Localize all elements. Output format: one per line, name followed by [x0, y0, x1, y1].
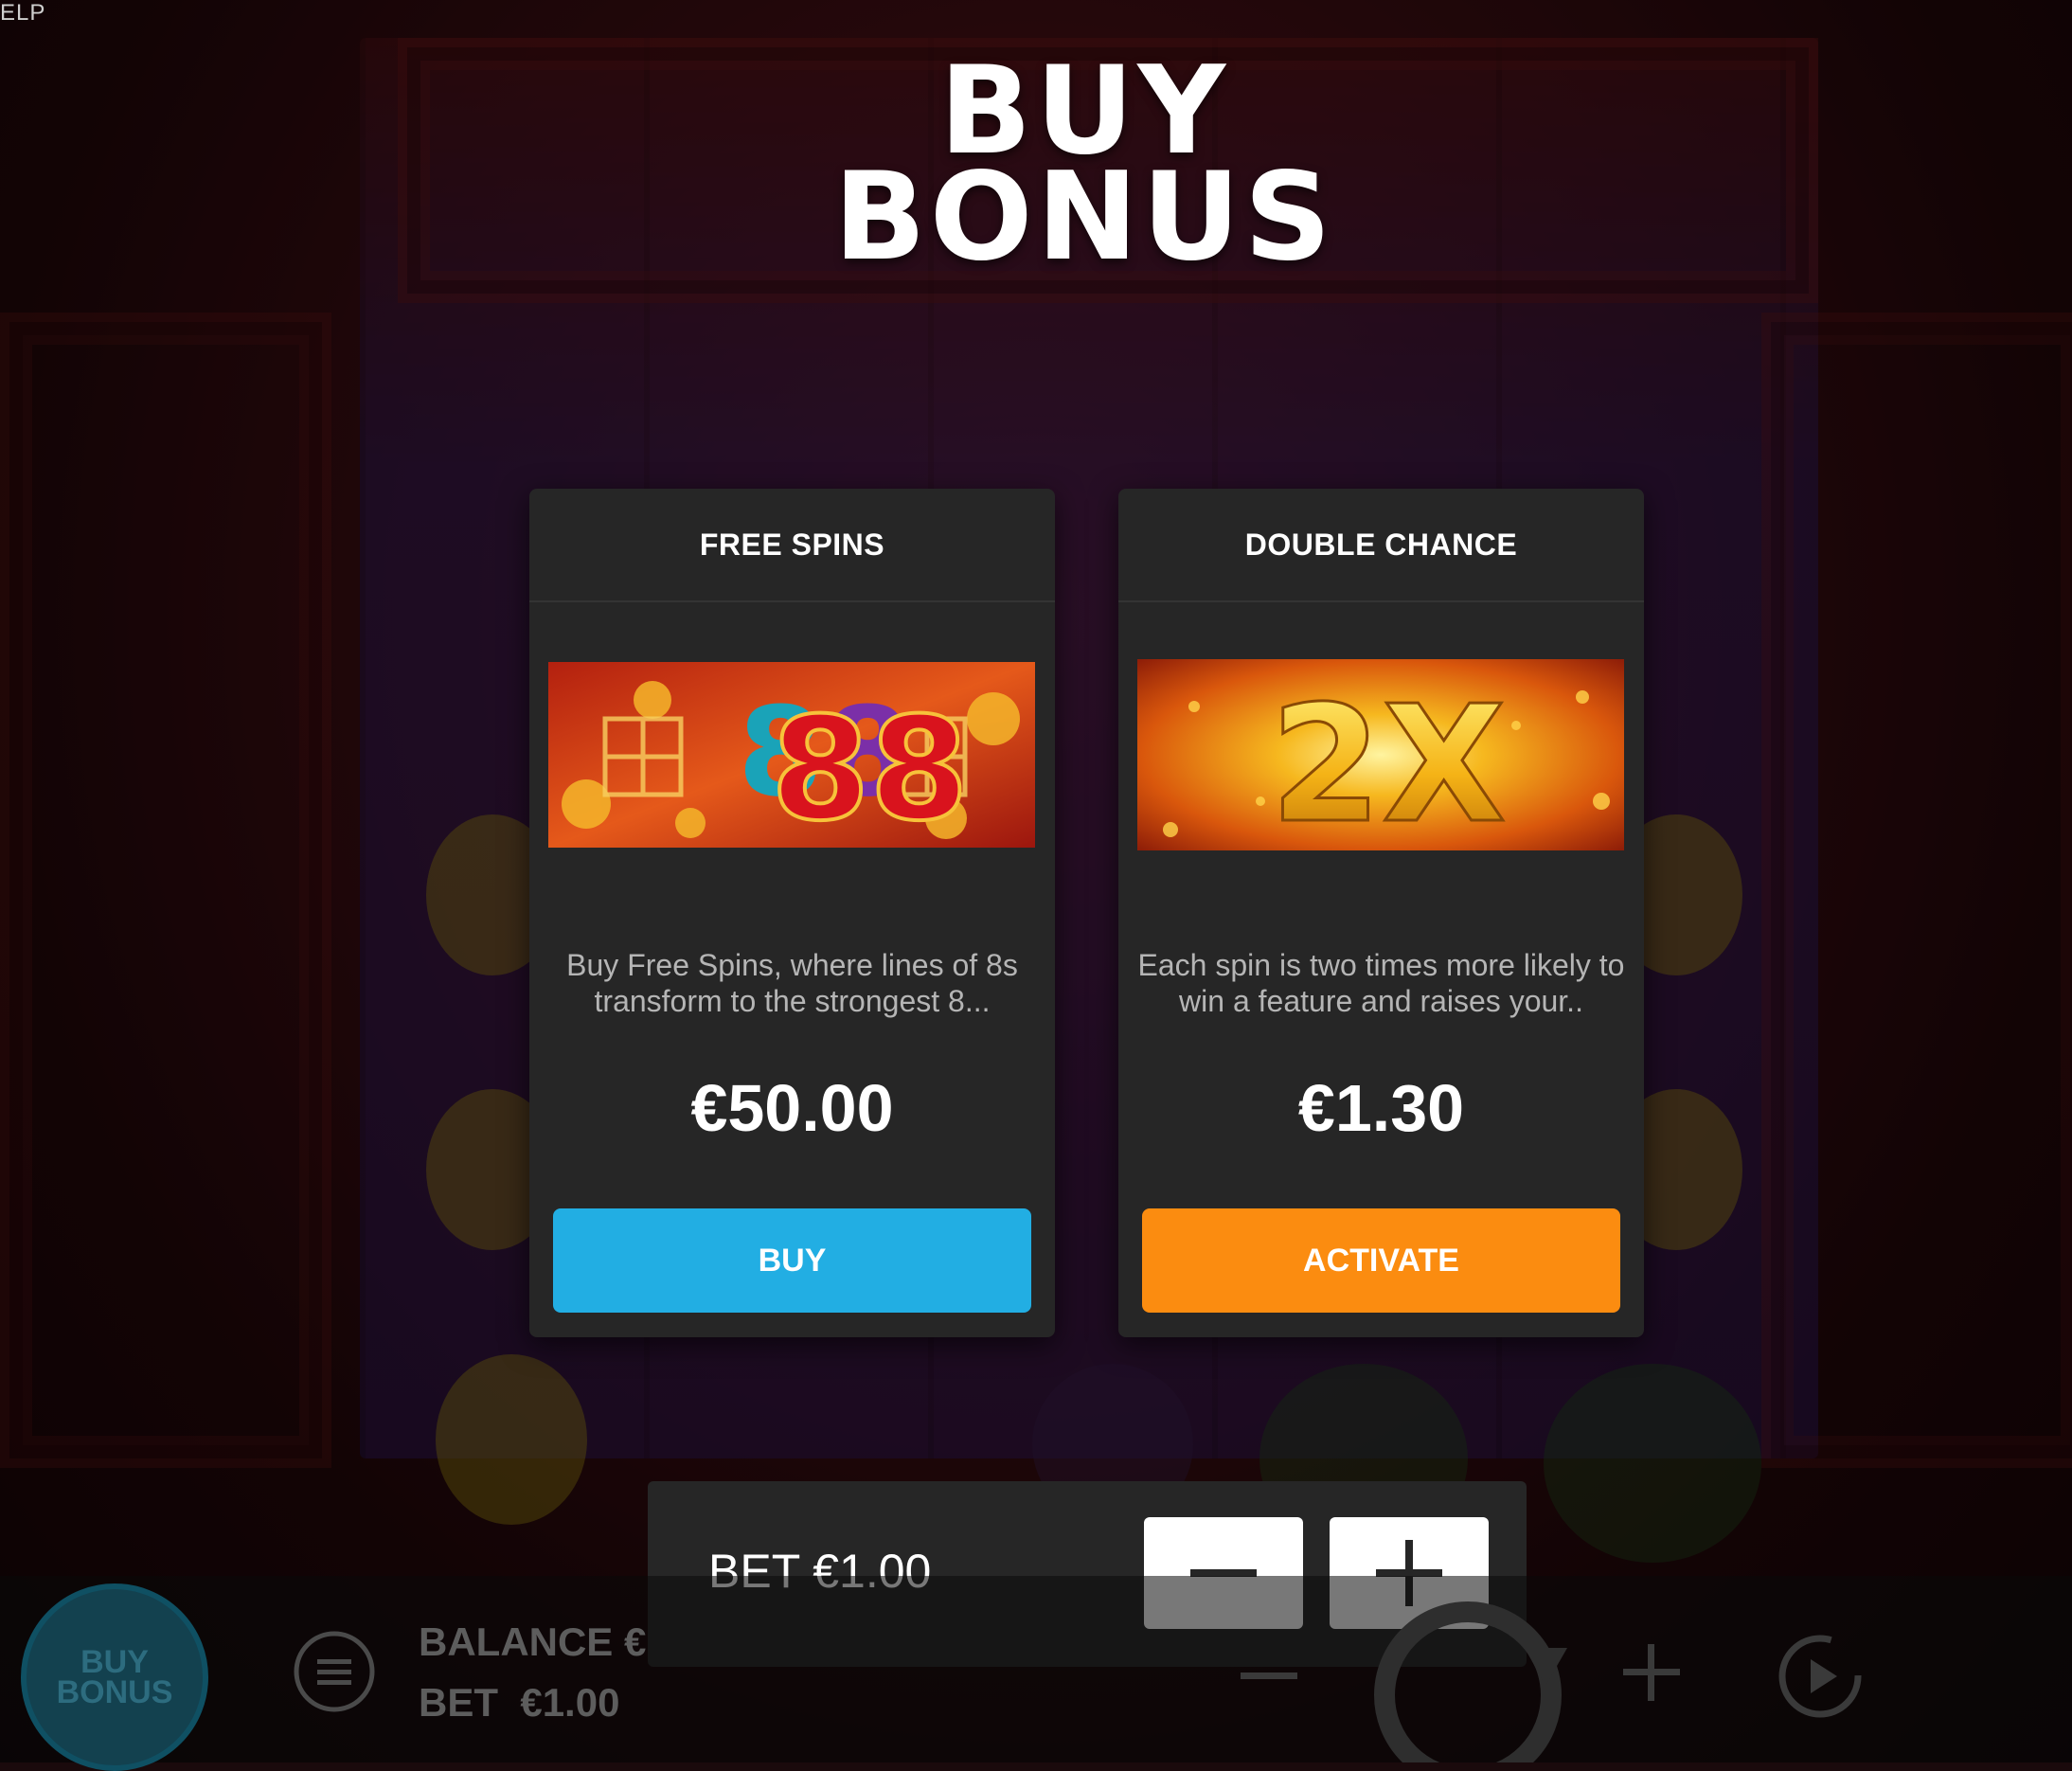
card-price: €50.00 — [690, 1071, 894, 1145]
bottom-bet-value: €1.00 — [520, 1680, 620, 1725]
card-price: €1.30 — [1297, 1071, 1465, 1145]
free-spins-image: 8 8 88 — [548, 662, 1035, 848]
image-label: 2X — [1270, 671, 1506, 850]
spin-icon[interactable] — [1364, 1591, 1572, 1762]
buy-bonus-line-1: BUY — [80, 1644, 149, 1680]
buy-bonus-line-2: BONUS — [56, 1674, 173, 1710]
buy-bonus-title: BUY BONUS — [0, 51, 2072, 288]
balance-label: BALANCE € — [419, 1619, 647, 1664]
activate-button[interactable]: ACTIVATE — [1142, 1208, 1620, 1313]
bottom-plus-icon[interactable] — [1623, 1644, 1680, 1701]
card-title: FREE SPINS — [529, 489, 1055, 602]
double-chance-card: DOUBLE CHANCE 2X Each spin is two times … — [1118, 489, 1644, 1337]
corner-label: ELP — [0, 0, 46, 26]
bottom-minus-icon[interactable] — [1241, 1648, 1297, 1705]
bottom-bet-display: BET €1.00 — [419, 1680, 619, 1726]
free-spins-card: FREE SPINS 8 8 88 Buy Free Spins, where … — [529, 489, 1055, 1337]
card-title: DOUBLE CHANCE — [1118, 489, 1644, 602]
title-line-2: BONUS — [833, 147, 1335, 288]
menu-icon[interactable] — [292, 1629, 377, 1714]
card-description: Buy Free Spins, where lines of 8s transf… — [566, 948, 1018, 1018]
double-chance-image: 2X — [1137, 659, 1624, 850]
buy-bonus-round-button[interactable]: BUY BONUS — [21, 1583, 208, 1771]
image-label: 88 — [771, 688, 969, 848]
autoplay-icon[interactable] — [1773, 1629, 1867, 1724]
buy-button[interactable]: BUY — [553, 1208, 1031, 1313]
card-description: Each spin is two times more likely to wi… — [1137, 948, 1625, 1018]
bottom-bet-label: BET — [419, 1680, 498, 1725]
